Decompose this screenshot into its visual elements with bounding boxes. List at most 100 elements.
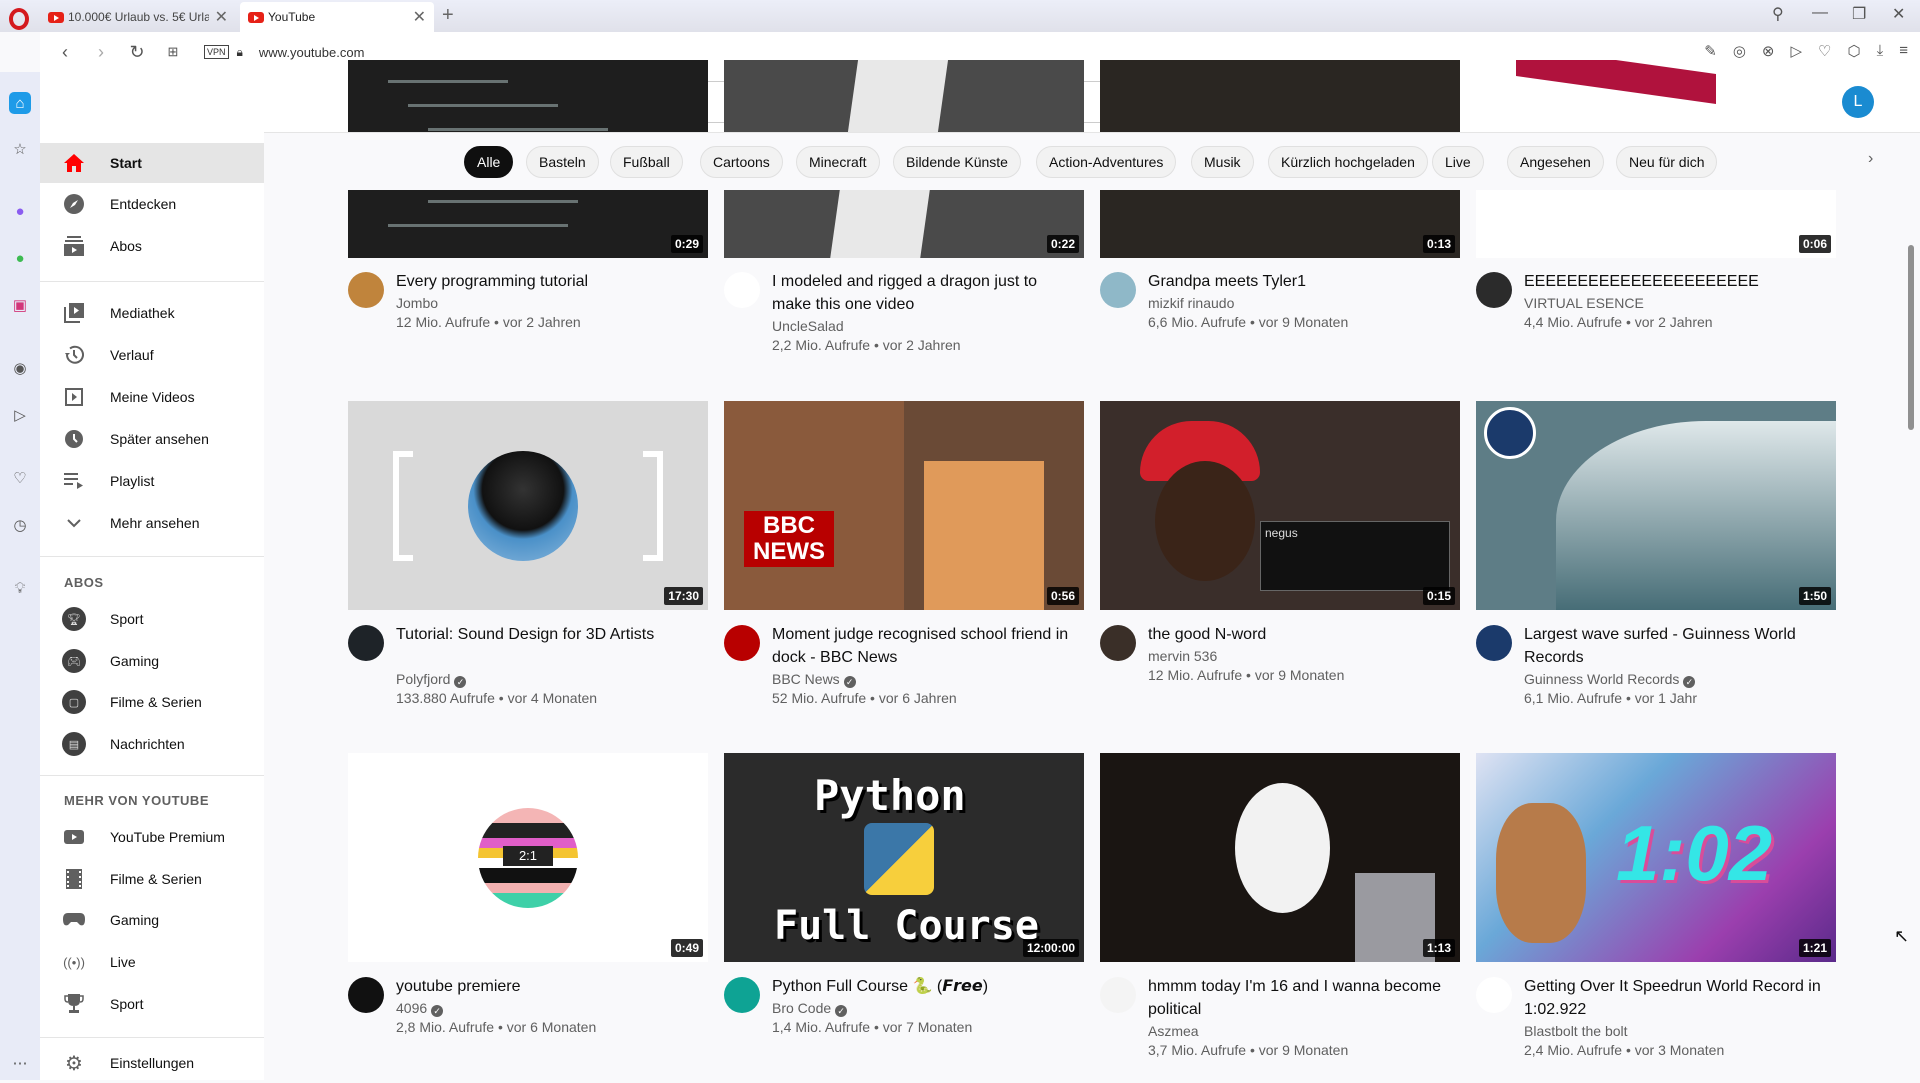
messenger-icon[interactable]: ●: [9, 200, 31, 222]
page-scrollbar[interactable]: [1908, 245, 1914, 430]
browser-search-icon[interactable]: ⚲: [1772, 4, 1784, 24]
easy-setup-icon[interactable]: ≡: [1899, 42, 1908, 60]
close-window-button[interactable]: ✕: [1892, 4, 1905, 24]
channel-name[interactable]: Blastbolt the bolt: [1524, 1023, 1628, 1039]
video-title[interactable]: Moment judge recognised school friend in…: [772, 623, 1072, 669]
channel-name-text[interactable]: mizkif rinaudo: [1148, 295, 1234, 311]
channel-avatar[interactable]: [1476, 625, 1512, 661]
tabs-grid-icon[interactable]: ⊞: [162, 44, 184, 60]
video-title[interactable]: Python Full Course 🐍 (𝙁𝙧𝙚𝙚): [772, 975, 1072, 998]
chip-angesehen[interactable]: Angesehen: [1507, 146, 1604, 178]
sidebar-sub-nachrichten[interactable]: ▤ Nachrichten: [40, 724, 264, 764]
send-icon[interactable]: ▷: [1790, 42, 1802, 60]
sidebar-item-live[interactable]: ((•)) Live: [40, 942, 264, 982]
channel-name-text[interactable]: VIRTUAL ESENCE: [1524, 295, 1644, 311]
sidebar-item-verlauf[interactable]: Verlauf: [40, 335, 264, 375]
sidebar-item-entdecken[interactable]: Entdecken: [40, 184, 264, 224]
chip-minecraft[interactable]: Minecraft: [796, 146, 880, 178]
sidebar-item-einstellungen[interactable]: ⚙ Einstellungen: [40, 1043, 264, 1083]
lightbulb-icon[interactable]: 💡︎: [9, 577, 31, 599]
sidebar-item-start[interactable]: Start: [40, 143, 264, 183]
sidebar-item-playlist[interactable]: Playlist: [40, 461, 264, 501]
restore-button[interactable]: ❐: [1852, 4, 1866, 24]
video-thumbnail[interactable]: 2:1 0:49: [348, 753, 708, 962]
history-icon[interactable]: ◷: [9, 514, 31, 536]
opera-logo-icon[interactable]: [9, 8, 29, 30]
sidebar-item-youtube-premium[interactable]: YouTube Premium: [40, 817, 264, 857]
close-tab-icon[interactable]: ✕: [413, 7, 426, 27]
chip-musik[interactable]: Musik: [1191, 146, 1254, 178]
sidebar-sub-gaming[interactable]: 🎮︎ Gaming: [40, 641, 264, 681]
chip-action-adventures[interactable]: Action-Adventures: [1036, 146, 1177, 178]
forward-button[interactable]: ›: [90, 42, 112, 63]
sidebar-item-mehr-ansehen[interactable]: Mehr ansehen: [40, 503, 264, 543]
video-title[interactable]: I modeled and rigged a dragon just to ma…: [772, 270, 1072, 316]
home-icon[interactable]: ⌂: [9, 92, 31, 114]
video-thumbnail[interactable]: BBC NEWS 0:56: [724, 401, 1084, 610]
cube-icon[interactable]: ⬡: [1847, 42, 1860, 60]
channel-name[interactable]: VIRTUAL ESENCE: [1524, 295, 1644, 311]
camera-icon[interactable]: ◎: [1733, 42, 1746, 60]
channel-name-text[interactable]: Bro Code: [772, 1000, 831, 1016]
channel-avatar[interactable]: [348, 272, 384, 308]
back-button[interactable]: ‹: [54, 42, 76, 63]
channel-name-text[interactable]: UncleSalad: [772, 318, 844, 334]
chip-kürzlich-hochgeladen[interactable]: Kürzlich hochgeladen: [1268, 146, 1428, 178]
reload-button[interactable]: ↻: [126, 42, 148, 63]
whatsapp-icon[interactable]: ●: [9, 247, 31, 269]
channel-avatar[interactable]: [1100, 977, 1136, 1013]
channel-name-text[interactable]: Aszmea: [1148, 1023, 1199, 1039]
send-icon[interactable]: ▷: [9, 404, 31, 426]
sidebar-item-gaming[interactable]: Gaming: [40, 900, 264, 940]
video-title[interactable]: hmmm today I'm 16 and I wanna become pol…: [1148, 975, 1448, 1021]
heart-icon[interactable]: ♡: [9, 467, 31, 489]
player-icon[interactable]: ◉: [9, 357, 31, 379]
channel-name[interactable]: Guinness World Records ✓: [1524, 671, 1696, 688]
adblock-icon[interactable]: ⊗: [1762, 42, 1775, 60]
channel-name-text[interactable]: Guinness World Records: [1524, 671, 1679, 687]
channel-name-text[interactable]: mervin 536: [1148, 648, 1217, 664]
channel-name[interactable]: Aszmea: [1148, 1023, 1199, 1039]
user-avatar[interactable]: L: [1842, 86, 1874, 118]
channel-avatar[interactable]: [1100, 272, 1136, 308]
minimize-button[interactable]: —: [1812, 4, 1828, 22]
channel-avatar[interactable]: [348, 625, 384, 661]
channel-avatar[interactable]: [1476, 977, 1512, 1013]
video-thumbnail[interactable]: Python Full Course 12:00:00: [724, 753, 1084, 962]
sidebar-sub-filme-serien[interactable]: ▢ Filme & Serien: [40, 682, 264, 722]
channel-name-text[interactable]: Polyfjord: [396, 671, 450, 687]
channel-name-text[interactable]: 4096: [396, 1000, 427, 1016]
sidebar-item-spaeter-ansehen[interactable]: Später ansehen: [40, 419, 264, 459]
channel-avatar[interactable]: [724, 977, 760, 1013]
vpn-badge[interactable]: VPN: [204, 45, 229, 59]
channel-name[interactable]: Jombo: [396, 295, 438, 311]
video-title[interactable]: youtube premiere: [396, 975, 696, 998]
channel-avatar[interactable]: [348, 977, 384, 1013]
more-icon[interactable]: ⋯: [9, 1052, 31, 1074]
video-title[interactable]: Grandpa meets Tyler1: [1148, 270, 1448, 293]
channel-name[interactable]: UncleSalad: [772, 318, 844, 334]
channel-name[interactable]: 4096 ✓: [396, 1000, 444, 1017]
browser-tab[interactable]: 10.000€ Urlaub vs. 5€ Urlaub ✕: [40, 2, 236, 32]
video-title[interactable]: Largest wave surfed - Guinness World Rec…: [1524, 623, 1824, 669]
sidebar-sub-sport[interactable]: 🏆︎ Sport: [40, 599, 264, 639]
video-thumbnail[interactable]: 1:02 1:21: [1476, 753, 1836, 962]
channel-avatar[interactable]: [724, 272, 760, 308]
chip-neu-für-dich[interactable]: Neu für dich: [1616, 146, 1718, 178]
channel-name-text[interactable]: Jombo: [396, 295, 438, 311]
chip-fußball[interactable]: Fußball: [610, 146, 683, 178]
video-thumbnail[interactable]: negus 0:15: [1100, 401, 1460, 610]
browser-tab-active[interactable]: YouTube ✕: [240, 2, 434, 32]
video-title[interactable]: EEEEEEEEEEEEEEEEEEEEEE: [1524, 270, 1824, 293]
channel-name[interactable]: Polyfjord ✓: [396, 671, 467, 688]
heart-icon[interactable]: ♡: [1818, 42, 1831, 60]
instagram-icon[interactable]: ▣: [9, 294, 31, 316]
star-icon[interactable]: ☆: [9, 138, 31, 160]
video-title[interactable]: the good N-word: [1148, 623, 1448, 646]
chip-alle[interactable]: Alle: [464, 146, 514, 178]
channel-name[interactable]: mizkif rinaudo: [1148, 295, 1234, 311]
channel-name-text[interactable]: Blastbolt the bolt: [1524, 1023, 1628, 1039]
sidebar-item-meine-videos[interactable]: Meine Videos: [40, 377, 264, 417]
new-tab-button[interactable]: +: [442, 4, 454, 27]
chip-bildende-künste[interactable]: Bildende Künste: [893, 146, 1021, 178]
